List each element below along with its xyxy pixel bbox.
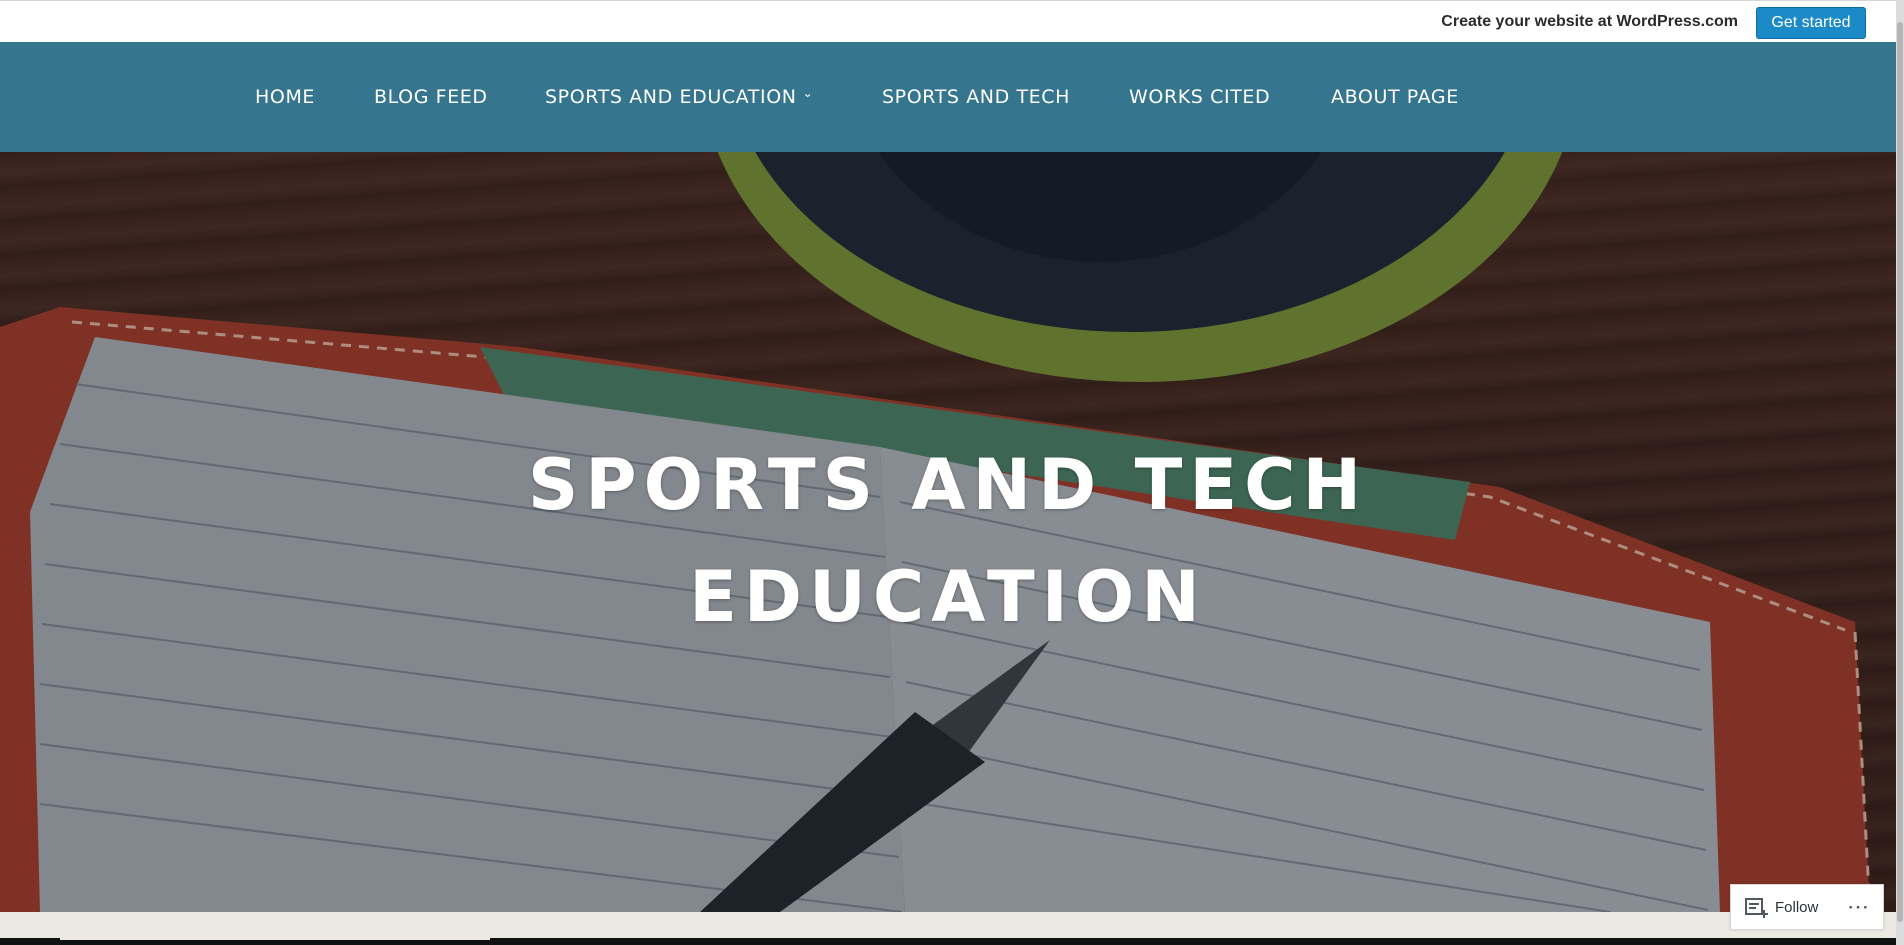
nav-item-label: ABOUT PAGE bbox=[1331, 86, 1459, 108]
nav-item-works-cited[interactable]: WORKS CITED bbox=[1129, 86, 1270, 108]
follow-button[interactable]: Follow bbox=[1775, 899, 1818, 916]
content-edge bbox=[60, 938, 490, 940]
site-title-line-2: EDUCATION bbox=[689, 556, 1207, 638]
nav-item-label: BLOG FEED bbox=[374, 86, 488, 108]
nav-item-sports-and-education[interactable]: SPORTS AND EDUCATION ⌄ bbox=[545, 86, 813, 108]
nav-item-about-page[interactable]: ABOUT PAGE bbox=[1331, 86, 1459, 108]
chevron-down-icon: ⌄ bbox=[802, 86, 814, 100]
nav-item-label: SPORTS AND EDUCATION bbox=[545, 86, 797, 108]
nav-menu: HOME BLOG FEED SPORTS AND EDUCATION ⌄ SPO… bbox=[0, 42, 1896, 152]
wordpress-promo-bar: Create your website at WordPress.com Get… bbox=[0, 0, 1904, 42]
hero-header: SPORTS AND TECH EDUCATION bbox=[0, 152, 1896, 912]
nav-item-label: SPORTS AND TECH bbox=[882, 86, 1071, 108]
scrollbar-thumb[interactable] bbox=[1897, 22, 1903, 922]
site-title-line-1: SPORTS AND TECH bbox=[527, 444, 1369, 526]
nav-item-home[interactable]: HOME bbox=[255, 86, 315, 108]
nav-item-sports-and-tech[interactable]: SPORTS AND TECH bbox=[882, 86, 1070, 108]
nav-item-label: HOME bbox=[255, 86, 316, 108]
scrollbar[interactable] bbox=[1896, 0, 1904, 945]
ellipsis-icon[interactable]: ⋯ bbox=[1847, 894, 1870, 920]
nav-item-label: WORKS CITED bbox=[1129, 86, 1271, 108]
page-bottom-strip bbox=[0, 938, 1896, 945]
get-started-button[interactable]: Get started bbox=[1756, 7, 1866, 39]
site-title[interactable]: SPORTS AND TECH EDUCATION bbox=[0, 429, 1896, 653]
promo-text[interactable]: Create your website at WordPress.com bbox=[1441, 13, 1738, 31]
follow-widget[interactable]: Follow ⋯ bbox=[1730, 884, 1884, 930]
reader-follow-icon bbox=[1745, 897, 1769, 924]
main-navigation: HOME BLOG FEED SPORTS AND EDUCATION ⌄ SPO… bbox=[0, 42, 1896, 152]
nav-item-blog-feed[interactable]: BLOG FEED bbox=[374, 86, 488, 108]
